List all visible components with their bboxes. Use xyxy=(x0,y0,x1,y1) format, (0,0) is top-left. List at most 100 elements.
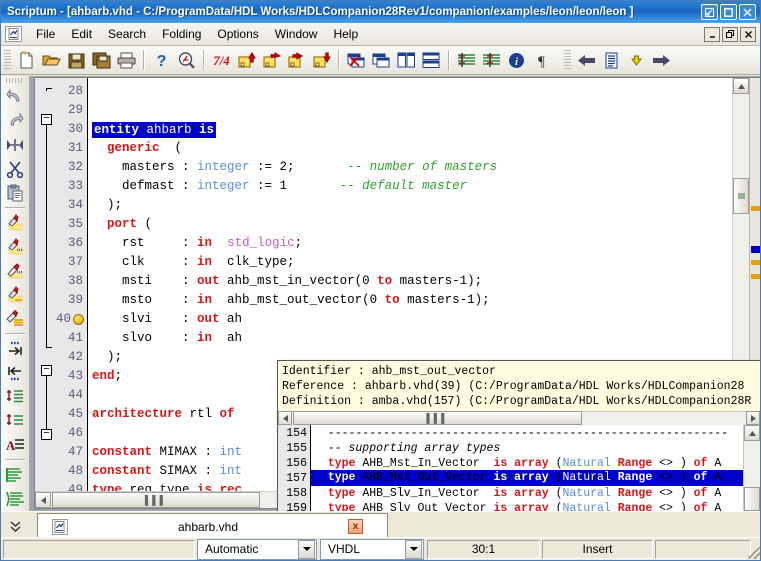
bookmark-icon[interactable] xyxy=(73,314,84,325)
chevron-down-icon[interactable] xyxy=(405,540,422,559)
menu-help[interactable]: Help xyxy=(325,25,366,43)
save-icon[interactable] xyxy=(64,48,89,72)
code-line: port ( xyxy=(92,217,152,231)
block-right-icon[interactable] xyxy=(284,48,309,72)
cascade-windows-icon[interactable] xyxy=(369,48,394,72)
tab-ahbarb-vhd[interactable]: ahbarb.vhd x xyxy=(37,513,388,539)
save-all-icon[interactable] xyxy=(89,48,114,72)
scroll-left-arrow-icon[interactable] xyxy=(35,492,51,508)
mdi-restore-icon[interactable] xyxy=(722,27,738,42)
help-question-icon[interactable]: ? xyxy=(149,48,174,72)
close-icon[interactable] xyxy=(739,4,756,20)
uncomment-block-icon[interactable] xyxy=(3,487,28,511)
work-area: A − − − xyxy=(1,76,761,511)
collapse-all-icon[interactable] xyxy=(3,409,28,433)
comment-block-icon[interactable] xyxy=(3,463,28,487)
block-down-icon[interactable] xyxy=(309,48,334,72)
fold-end-mark xyxy=(46,347,52,348)
highlight-3-icon[interactable] xyxy=(3,259,28,283)
pilcrow-icon[interactable]: ¶ xyxy=(529,48,554,72)
popup-line-number: 154 xyxy=(286,427,307,440)
open-folder-icon[interactable] xyxy=(39,48,64,72)
print-icon[interactable] xyxy=(114,48,139,72)
font-icon[interactable]: A xyxy=(3,433,28,457)
tab-label: ahbarb.vhd xyxy=(68,520,348,534)
editor-hscroll-thumb[interactable]: ▌▌▌ xyxy=(52,492,260,508)
expand-all-icon[interactable] xyxy=(3,385,28,409)
code-line: architecture rtl of xyxy=(92,407,235,421)
fold-gutter[interactable]: − − − xyxy=(35,78,54,508)
popup-scroll-right-icon[interactable] xyxy=(746,411,760,425)
restore-down-icon[interactable] xyxy=(701,4,718,20)
undo-icon[interactable] xyxy=(3,85,28,109)
menu-edit[interactable]: Edit xyxy=(63,25,100,43)
percent-red-icon[interactable]: 7/4 xyxy=(209,48,234,72)
menu-file[interactable]: File xyxy=(28,25,63,43)
scriptum-window: Scriptum - [ahbarb.vhd - C:/ProgramData/… xyxy=(0,0,761,561)
mdi-minimize-icon[interactable] xyxy=(704,27,720,42)
document-icon[interactable] xyxy=(599,48,624,72)
back-arrow-icon[interactable] xyxy=(574,48,599,72)
window-resize-grip[interactable] xyxy=(748,547,760,559)
scroll-up-arrow-icon[interactable] xyxy=(733,78,749,94)
new-file-icon[interactable] xyxy=(14,48,39,72)
highlight-1-icon[interactable] xyxy=(3,211,28,235)
popup-scroll-left-icon[interactable] xyxy=(278,411,292,425)
popup-info-hscroll-thumb[interactable]: ▌▌▌ xyxy=(293,411,582,425)
highlight-2-icon[interactable] xyxy=(3,235,28,259)
cut-scissors-icon[interactable] xyxy=(3,157,28,181)
popup-vscroll-thumb[interactable] xyxy=(744,487,760,511)
popup-line-number: 155 xyxy=(286,442,307,455)
popup-reference-line: Reference : ahbarb.vhd(39) (C:/ProgramDa… xyxy=(282,379,760,394)
forward-arrow-icon[interactable] xyxy=(649,48,674,72)
highlight-all-icon[interactable] xyxy=(3,307,28,331)
paste-clipboard-icon[interactable] xyxy=(3,181,28,205)
toolbar-grip-2[interactable] xyxy=(564,50,571,70)
line-number: 38 xyxy=(68,274,83,288)
editor-vscroll-thumb[interactable] xyxy=(733,178,749,214)
document-window-icon[interactable] xyxy=(5,26,22,42)
popup-code-line: type AHB_Slv_In_Vector is array (Natural… xyxy=(314,487,721,500)
toggle-wrap-icon[interactable] xyxy=(3,133,28,157)
encoding-combo[interactable]: Automatic xyxy=(197,539,317,560)
language-combo[interactable]: VHDL xyxy=(320,539,424,560)
block-left-icon[interactable] xyxy=(259,48,284,72)
menu-folding[interactable]: Folding xyxy=(154,25,209,43)
toolbar-separator xyxy=(203,50,205,70)
down-arrow-small-icon[interactable] xyxy=(624,48,649,72)
encoding-label: Automatic xyxy=(198,542,298,556)
increase-indent-icon[interactable] xyxy=(479,48,504,72)
menu-window[interactable]: Window xyxy=(267,25,326,43)
vtoolbar-grip[interactable] xyxy=(6,78,24,83)
tab-scroll-down-icon[interactable] xyxy=(3,514,27,538)
close-all-windows-icon[interactable] xyxy=(344,48,369,72)
info-icon[interactable]: i xyxy=(504,48,529,72)
chevron-down-icon[interactable] xyxy=(298,540,315,559)
code-line: generic ( xyxy=(92,141,182,155)
find-magnifier-icon[interactable] xyxy=(174,48,199,72)
fold-toggle-45[interactable]: − xyxy=(41,365,52,376)
tab-close-icon[interactable]: x xyxy=(348,519,363,534)
highlight-4-icon[interactable] xyxy=(3,283,28,307)
code-line: ); xyxy=(92,198,122,212)
menu-options[interactable]: Options xyxy=(209,25,266,43)
tile-vertical-icon[interactable] xyxy=(394,48,419,72)
block-up-icon[interactable] xyxy=(234,48,259,72)
fold-toggle-30[interactable]: − xyxy=(41,114,52,125)
maximize-icon[interactable] xyxy=(720,4,737,20)
popup-info-hscrollbar[interactable]: ▌▌▌ xyxy=(278,411,760,426)
next-mark-icon[interactable] xyxy=(3,337,28,361)
mdi-close-icon[interactable] xyxy=(740,27,756,42)
decrease-indent-icon[interactable] xyxy=(454,48,479,72)
menu-search[interactable]: Search xyxy=(100,25,154,43)
code-line: slvi : out ah xyxy=(92,312,242,326)
redo-icon[interactable] xyxy=(3,109,28,133)
vtoolbar-separator xyxy=(5,333,25,335)
line-number: 39 xyxy=(68,293,83,307)
popup-scroll-up-icon[interactable] xyxy=(744,425,760,441)
fold-toggle-49[interactable]: − xyxy=(41,429,52,440)
code-line: msti : out ahb_mst_in_vector(0 to master… xyxy=(92,274,482,288)
toolbar-grip[interactable] xyxy=(4,50,11,70)
tile-horizontal-icon[interactable] xyxy=(419,48,444,72)
previous-mark-icon[interactable] xyxy=(3,361,28,385)
